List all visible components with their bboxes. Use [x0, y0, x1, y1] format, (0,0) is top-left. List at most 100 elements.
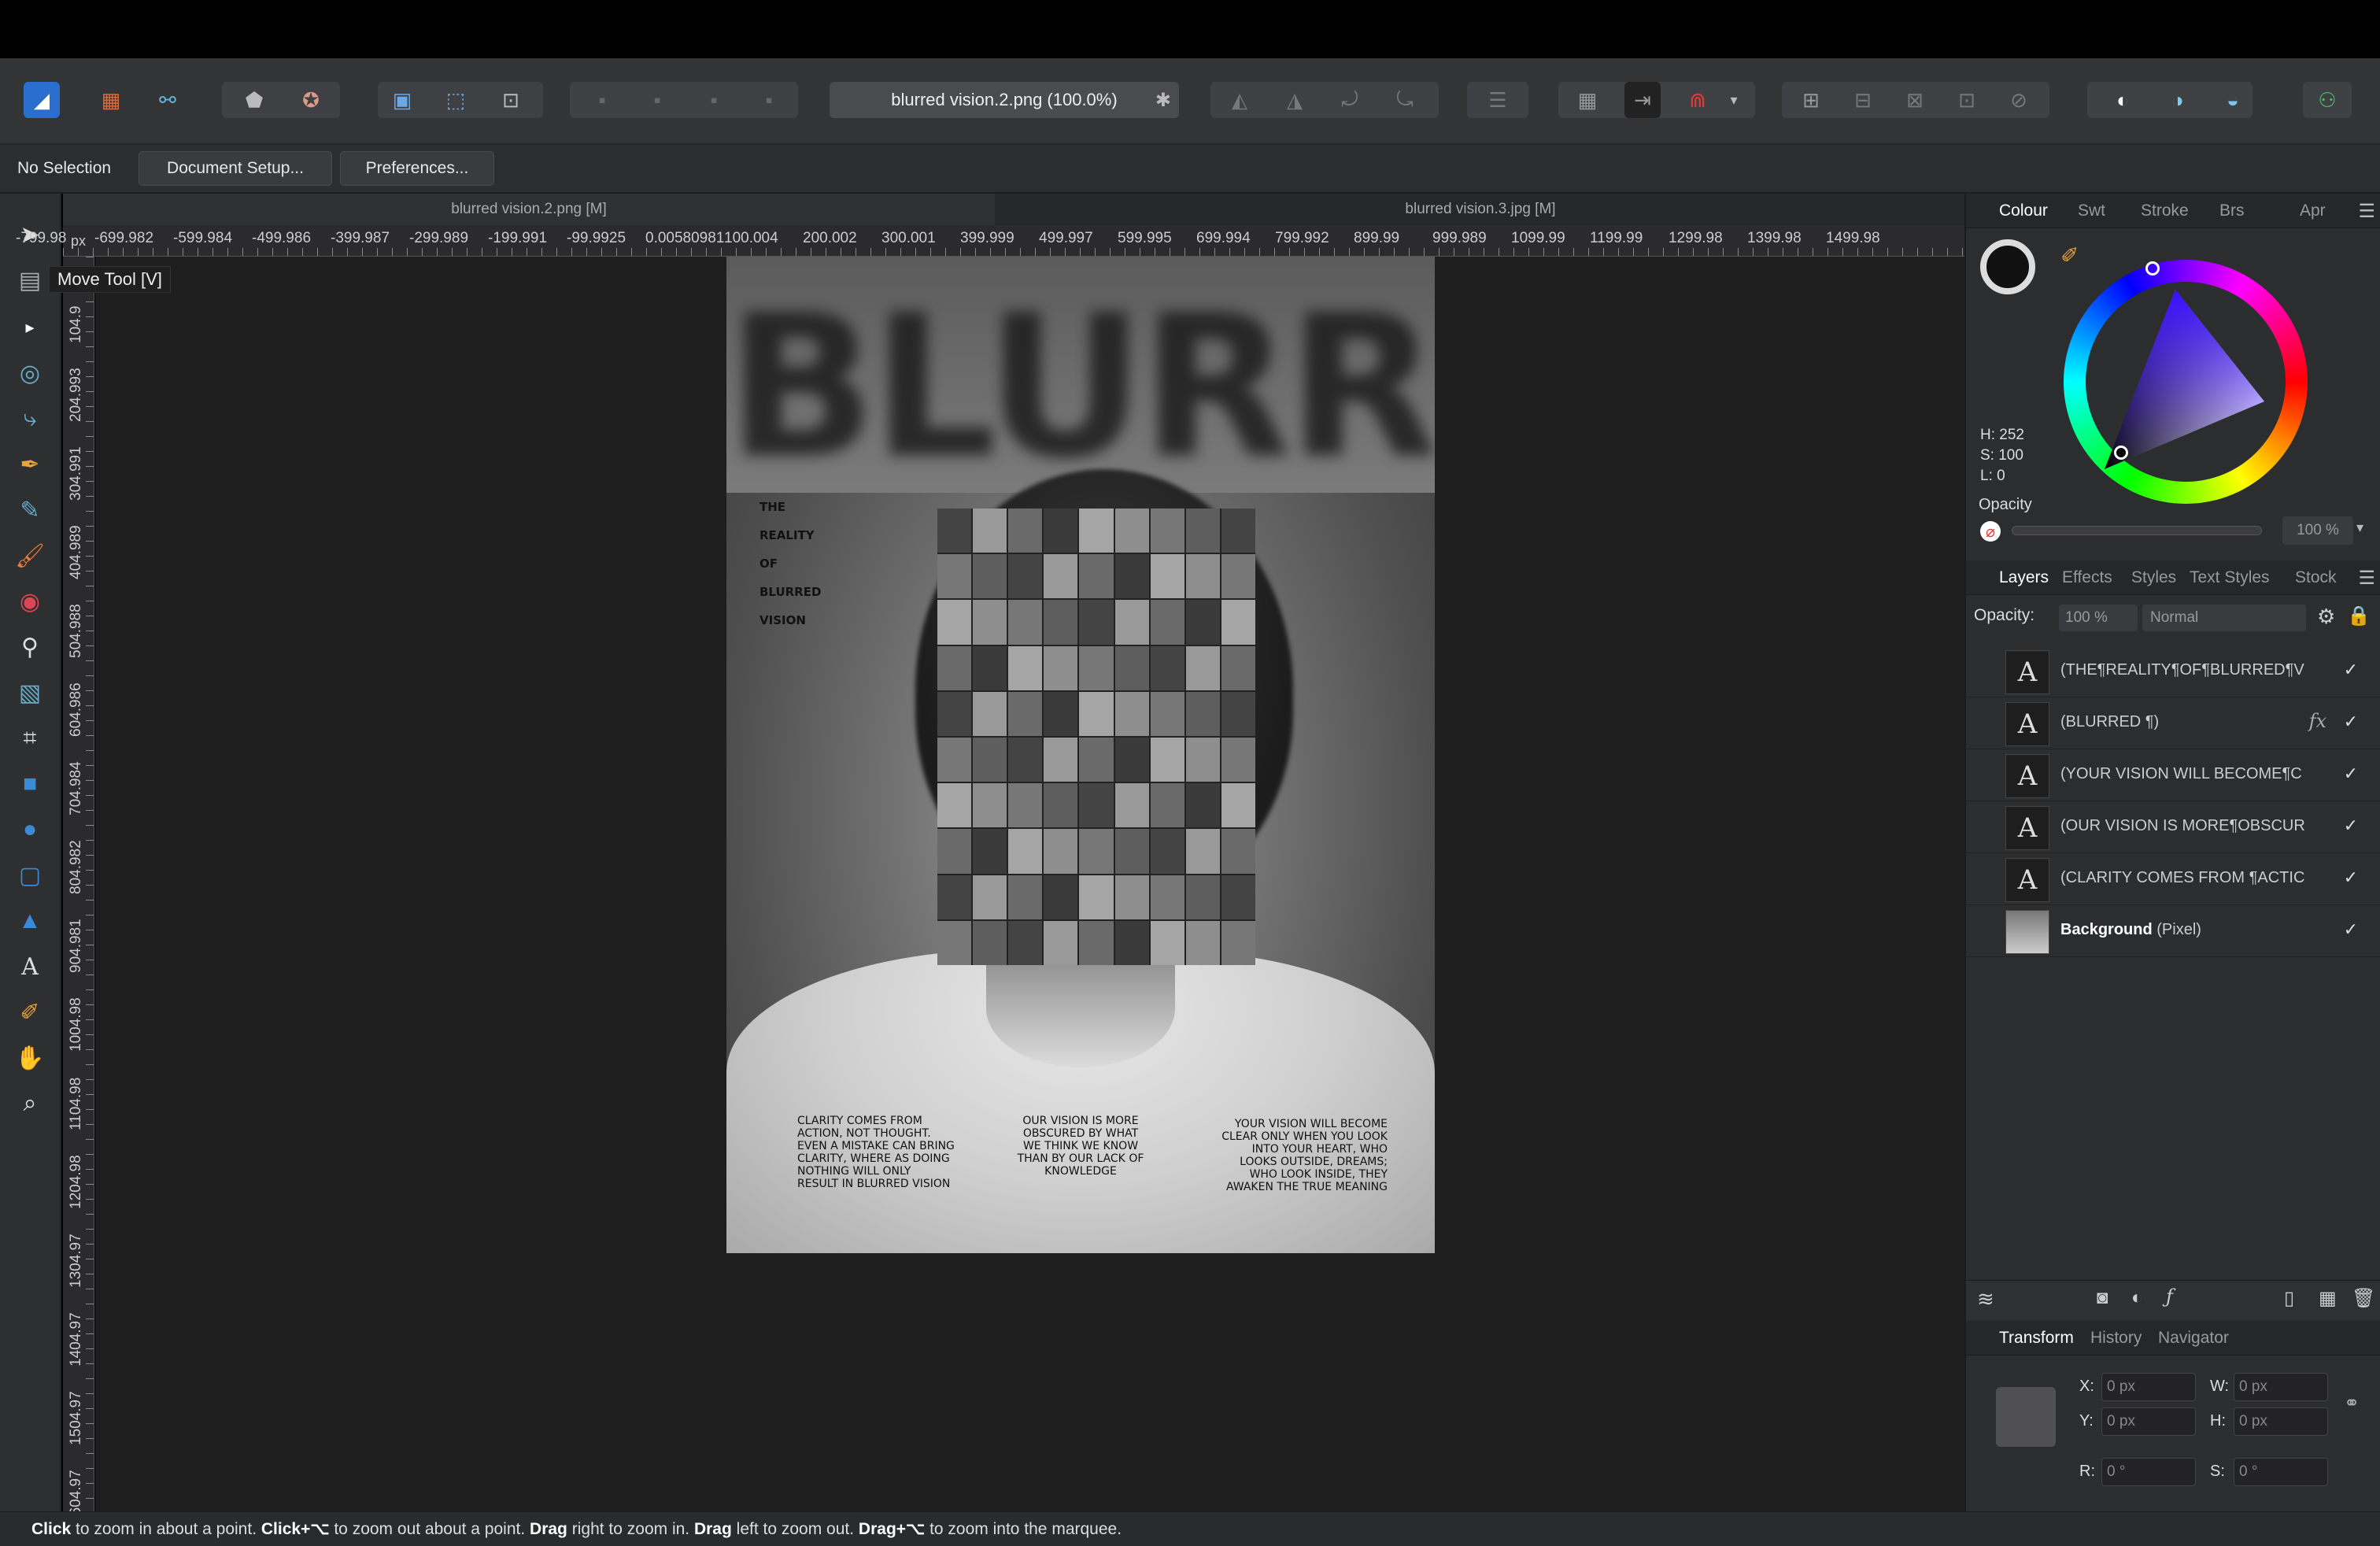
hand-tool-icon[interactable]: ✋	[11, 1039, 49, 1077]
tab-swatches[interactable]: Swt	[2078, 194, 2105, 228]
insert-top-icon[interactable]: ◑	[2160, 82, 2196, 118]
tab-appearance[interactable]: Apr	[2300, 194, 2326, 228]
blend-mode-select[interactable]: Normal	[2142, 605, 2306, 631]
anchor-selector[interactable]	[1996, 1387, 2056, 1447]
layer-visibility-checkbox[interactable]: ✓	[2344, 867, 2358, 888]
tab-stroke[interactable]: Stroke	[2141, 194, 2189, 228]
layer-row[interactable]: A (BLURRED ¶) fx ✓	[1966, 697, 2380, 749]
panel-menu-icon[interactable]: ☰	[2358, 200, 2375, 223]
export-persona-icon[interactable]: ⚯	[150, 82, 186, 118]
layer-opacity-field[interactable]: 100 %	[2059, 605, 2138, 631]
vertical-ruler[interactable]: 104.9 204.993 304.991 404.989 504.988 604.986…	[63, 257, 94, 1524]
color-picker-icon[interactable]: ✐	[11, 993, 49, 1031]
pen-tool-icon[interactable]: ✒	[11, 446, 49, 483]
document-setup-button[interactable]: Document Setup...	[139, 151, 332, 186]
add-layer-icon[interactable]: ▯	[2284, 1287, 2294, 1310]
gear-icon[interactable]: ⚙	[2317, 605, 2335, 629]
canvas[interactable]: BLURRED THE REALITY OF BLURRED VISION CL…	[95, 257, 1964, 1511]
tab-stock[interactable]: Stock	[2295, 560, 2337, 595]
tab-transform[interactable]: Transform	[1999, 1321, 2074, 1356]
document-title[interactable]: blurred vision.2.png (100.0%) ✱	[830, 82, 1179, 118]
text-tool-icon[interactable]: A	[11, 948, 49, 986]
insert-behind-icon[interactable]: ◐	[2105, 82, 2141, 118]
rounded-rectangle-icon[interactable]: ▢	[11, 856, 49, 894]
layer-row[interactable]: A (THE¶REALITY¶OF¶BLURRED¶V ✓	[1966, 645, 2380, 697]
tab-layers[interactable]: Layers	[1999, 560, 2049, 595]
tab-blurred-vision-2[interactable]: blurred vision.2.png [M]	[63, 194, 995, 225]
layer-visibility-checkbox[interactable]: ✓	[2344, 919, 2358, 940]
zoom-tool-icon[interactable]: ⌕	[11, 1085, 49, 1123]
rectangle-tool-icon[interactable]: ■	[11, 765, 49, 803]
affinity-designer-icon[interactable]: ◢	[24, 82, 60, 118]
fill-stroke-swatch[interactable]	[1980, 239, 2035, 294]
xor-shape-icon[interactable]: ⊡	[1949, 82, 1985, 118]
pencil-tool-icon[interactable]: ✎	[11, 491, 49, 529]
subtract-shape-icon[interactable]: ⊟	[1845, 82, 1881, 118]
w-field[interactable]: 0 px	[2234, 1373, 2328, 1401]
arrange-backward-icon[interactable]: ▪	[639, 82, 675, 118]
align-icon[interactable]: ☰	[1480, 82, 1516, 118]
tab-brushes[interactable]: Brs	[2219, 194, 2245, 228]
layer-row[interactable]: A (CLARITY COMES FROM ¶ACTIC ✓	[1966, 853, 2380, 905]
arrange-back-icon[interactable]: ▪	[584, 82, 620, 118]
rotation-field[interactable]: 0 °	[2101, 1458, 2196, 1486]
hue-handle[interactable]	[2145, 261, 2160, 276]
tab-styles[interactable]: Styles	[2131, 560, 2176, 595]
crop-tool-icon[interactable]: ⌗	[11, 719, 49, 757]
layer-row[interactable]: Background (Pixel) ✓	[1966, 905, 2380, 957]
horizontal-ruler[interactable]: px -799.98 -699.982 -599.984 -499.986 -399.9…	[16, 225, 1964, 257]
add-shape-icon[interactable]: ⊞	[1793, 82, 1829, 118]
point-transform-icon[interactable]: ⤷	[11, 400, 49, 438]
node-tool-icon[interactable]: ▸	[11, 309, 49, 346]
poster-artwork[interactable]: BLURRED THE REALITY OF BLURRED VISION CL…	[726, 257, 1435, 1253]
h-field[interactable]: 0 px	[2234, 1407, 2328, 1436]
shear-field[interactable]: 0 °	[2234, 1458, 2328, 1486]
intersect-shape-icon[interactable]: ⊠	[1897, 82, 1933, 118]
no-fill-icon[interactable]: ⌀	[1980, 521, 2001, 542]
flip-horizontal-icon[interactable]: ◭	[1221, 82, 1258, 118]
transform-origin-icon[interactable]: ⊡	[493, 82, 529, 118]
artboard-tool-icon[interactable]: ▤	[11, 261, 49, 299]
arrange-front-icon[interactable]: ▪	[751, 82, 787, 118]
layer-visibility-checkbox[interactable]: ✓	[2344, 712, 2358, 732]
select-bbox-icon[interactable]: ⬚	[438, 82, 474, 118]
snapping-dropdown-icon[interactable]: ▾	[1722, 82, 1746, 118]
divide-shape-icon[interactable]: ⊘	[2001, 82, 2037, 118]
user-account-icon[interactable]: ⚇	[2309, 82, 2345, 118]
lock-icon[interactable]: 🔒	[2347, 605, 2371, 627]
layer-effects-icon[interactable]: fx	[2309, 710, 2326, 732]
add-pixel-layer-icon[interactable]: ▦	[2319, 1287, 2337, 1310]
colour-opacity-value[interactable]: 100 %	[2282, 516, 2353, 545]
layer-visibility-checkbox[interactable]: ✓	[2344, 816, 2358, 836]
arrange-forward-icon[interactable]: ▪	[696, 82, 732, 118]
corner-tool-icon[interactable]: ◎	[11, 354, 49, 392]
x-field[interactable]: 0 px	[2101, 1373, 2196, 1401]
tab-navigator[interactable]: Navigator	[2158, 1321, 2229, 1356]
tool-preset-icon[interactable]: ⬟	[236, 82, 272, 118]
layer-fx-icon[interactable]: ƒ	[2166, 1285, 2173, 1307]
tab-effects[interactable]: Effects	[2062, 560, 2112, 595]
rotate-left-icon[interactable]: ⤾	[1332, 82, 1368, 118]
ellipse-tool-icon[interactable]: ●	[11, 811, 49, 849]
grid-icon[interactable]: ▦	[1569, 82, 1606, 118]
place-image-icon[interactable]: ▧	[11, 674, 49, 712]
tab-text-styles[interactable]: Text Styles	[2190, 560, 2270, 595]
layer-visibility-checkbox[interactable]: ✓	[2344, 660, 2358, 680]
colour-handle[interactable]	[2114, 446, 2128, 460]
pixel-persona-icon[interactable]: ▦	[93, 82, 129, 118]
mask-icon[interactable]: ◙	[2097, 1287, 2108, 1309]
chevron-down-icon[interactable]: ▾	[2356, 520, 2363, 536]
link-icon[interactable]: ⚭	[2344, 1392, 2360, 1415]
vector-brush-icon[interactable]: 🖌	[11, 537, 49, 575]
adjustment-icon[interactable]: ◐	[2131, 1287, 2143, 1309]
colour-wheel[interactable]	[2064, 260, 2308, 504]
layer-visibility-checkbox[interactable]: ✓	[2344, 764, 2358, 784]
snapping-grid-icon[interactable]: ▣	[384, 82, 420, 118]
snapping-magnet-icon[interactable]: ⋒	[1680, 82, 1716, 118]
snap-toggle-icon[interactable]: ⇥	[1624, 82, 1661, 118]
fill-tool-icon[interactable]: ◉	[11, 583, 49, 620]
flip-vertical-icon[interactable]: ◮	[1277, 82, 1313, 118]
assistant-icon[interactable]: ✪	[293, 82, 329, 118]
tab-blurred-vision-3[interactable]: blurred vision.3.jpg [M]	[996, 194, 1964, 225]
rotate-right-icon[interactable]: ⤿	[1387, 82, 1423, 118]
